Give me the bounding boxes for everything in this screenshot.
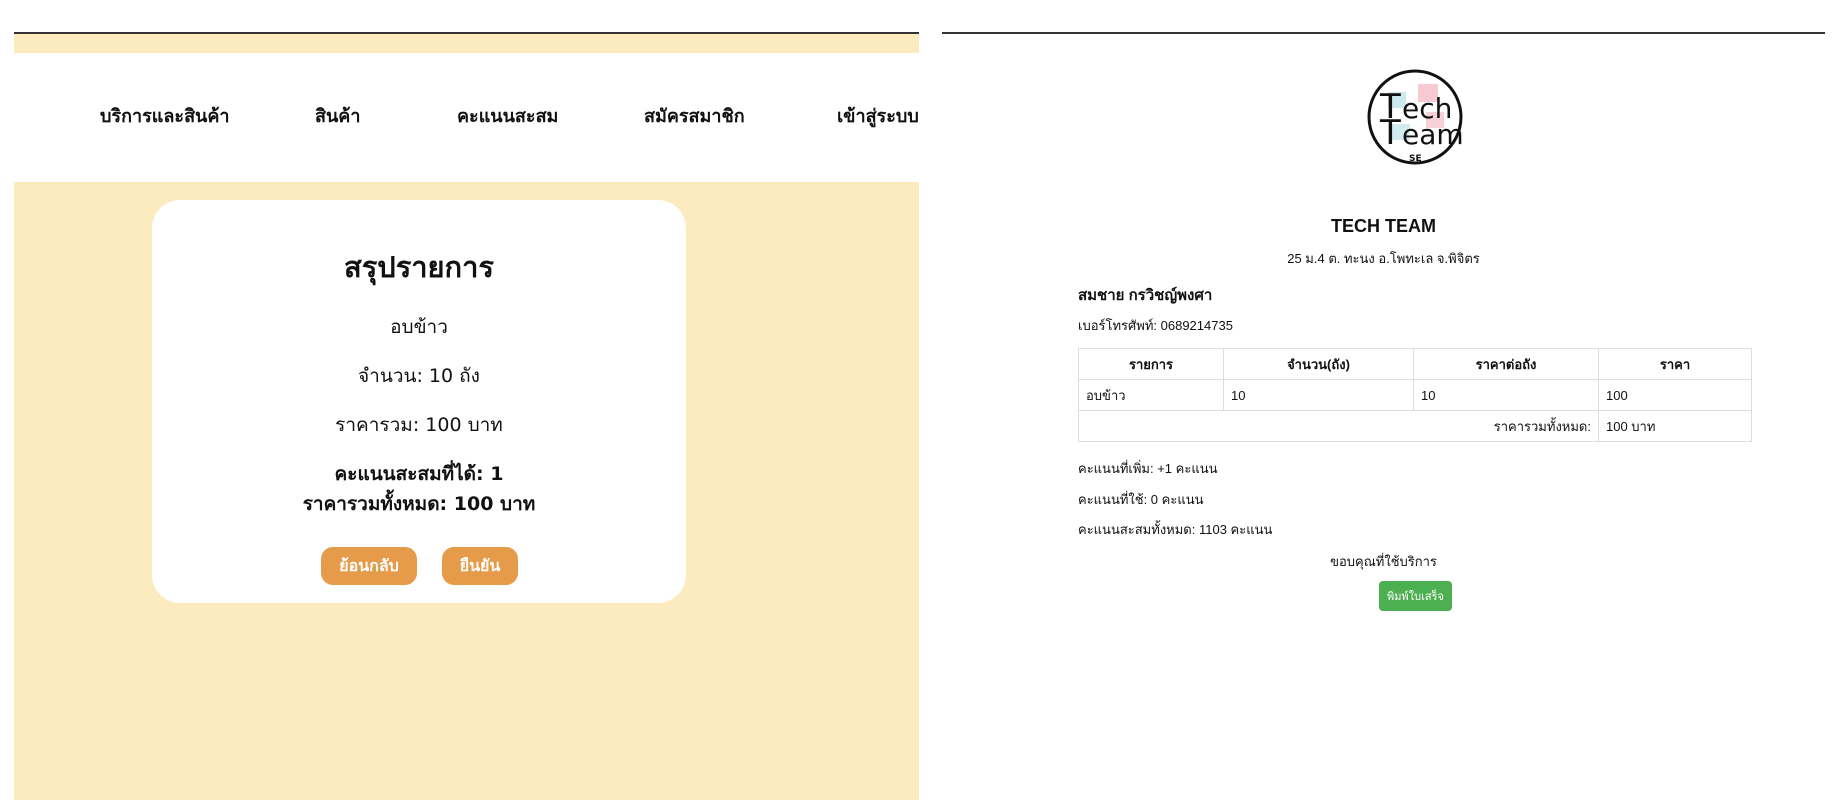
svg-text:SE: SE bbox=[1409, 154, 1422, 164]
summary-product: อบข้าว bbox=[390, 316, 448, 338]
cell-item: อบข้าว bbox=[1078, 379, 1224, 411]
customer-phone: เบอร์โทรศัพท์: 0689214735 bbox=[1078, 318, 1233, 333]
summary-points-earned: คะแนนสะสมที่ได้: 1 bbox=[334, 463, 504, 485]
top-strip bbox=[14, 0, 919, 32]
top-divider bbox=[14, 32, 919, 34]
nav-register[interactable]: สมัครสมาชิก bbox=[644, 101, 745, 130]
table-total-row: ราคารวมทั้งหมด: 100 บาท bbox=[1078, 410, 1752, 442]
points-added: คะแนนที่เพิ่ม: +1 คะแนน bbox=[1078, 461, 1218, 476]
print-receipt-button[interactable]: พิมพ์ใบเสร็จ bbox=[1379, 581, 1452, 611]
cell-quantity: 10 bbox=[1223, 379, 1414, 411]
summary-quantity: จำนวน: 10 ถัง bbox=[358, 365, 480, 387]
tech-team-logo: T ech T ech eam SE bbox=[1366, 68, 1464, 166]
main-navigation: บริการและสินค้า สินค้า คะแนนสะสม สมัครสม… bbox=[14, 53, 919, 182]
thank-you-message: ขอบคุณที่ใช้บริการ bbox=[1330, 554, 1437, 569]
header-unit-price: ราคาต่อถัง bbox=[1413, 348, 1599, 380]
nav-services-products[interactable]: บริการและสินค้า bbox=[100, 101, 230, 130]
summary-grand-total: ราคารวมทั้งหมด: 100 บาท bbox=[302, 493, 536, 515]
back-button[interactable]: ย้อนกลับ bbox=[321, 547, 417, 585]
order-summary-page: บริการและสินค้า สินค้า คะแนนสะสม สมัครสม… bbox=[14, 0, 919, 800]
total-value: 100 บาท bbox=[1598, 410, 1752, 442]
confirm-button[interactable]: ยืนยัน bbox=[442, 547, 518, 585]
header-price: ราคา bbox=[1598, 348, 1752, 380]
summary-card: สรุปรายการ อบข้าว จำนวน: 10 ถัง ราคารวม:… bbox=[152, 200, 686, 603]
receipt-top-divider bbox=[942, 32, 1825, 34]
customer-name: สมชาย กรวิชญ์พงศา bbox=[1078, 287, 1213, 304]
points-used: คะแนนที่ใช้: 0 คะแนน bbox=[1078, 492, 1204, 507]
svg-text:eam: eam bbox=[1402, 118, 1464, 151]
nav-points[interactable]: คะแนนสะสม bbox=[457, 101, 558, 130]
cell-unit-price: 10 bbox=[1413, 379, 1599, 411]
receipt-table: รายการ จำนวน(ถัง) ราคาต่อถัง ราคา อบข้าว… bbox=[1078, 348, 1752, 442]
nav-login[interactable]: เข้าสู่ระบบ bbox=[837, 101, 919, 130]
points-total: คะแนนสะสมทั้งหมด: 1103 คะแนน bbox=[1078, 522, 1273, 537]
nav-products[interactable]: สินค้า bbox=[315, 101, 360, 130]
total-label: ราคารวมทั้งหมด: bbox=[1078, 410, 1599, 442]
summary-title: สรุปรายการ bbox=[344, 250, 494, 284]
shop-address: 25 ม.4 ต. ทะนง อ.โพทะเล จ.พิจิตร bbox=[1287, 251, 1480, 266]
table-row: อบข้าว 10 10 100 bbox=[1078, 379, 1752, 411]
cell-price: 100 bbox=[1598, 379, 1752, 411]
logo-icon: T ech T ech eam SE bbox=[1367, 69, 1464, 165]
header-item: รายการ bbox=[1078, 348, 1224, 380]
table-header-row: รายการ จำนวน(ถัง) ราคาต่อถัง ราคา bbox=[1078, 348, 1752, 380]
svg-text:T: T bbox=[1379, 113, 1401, 153]
header-quantity: จำนวน(ถัง) bbox=[1223, 348, 1414, 380]
summary-subtotal: ราคารวม: 100 บาท bbox=[335, 414, 503, 436]
shop-name: TECH TEAM bbox=[1331, 216, 1436, 236]
